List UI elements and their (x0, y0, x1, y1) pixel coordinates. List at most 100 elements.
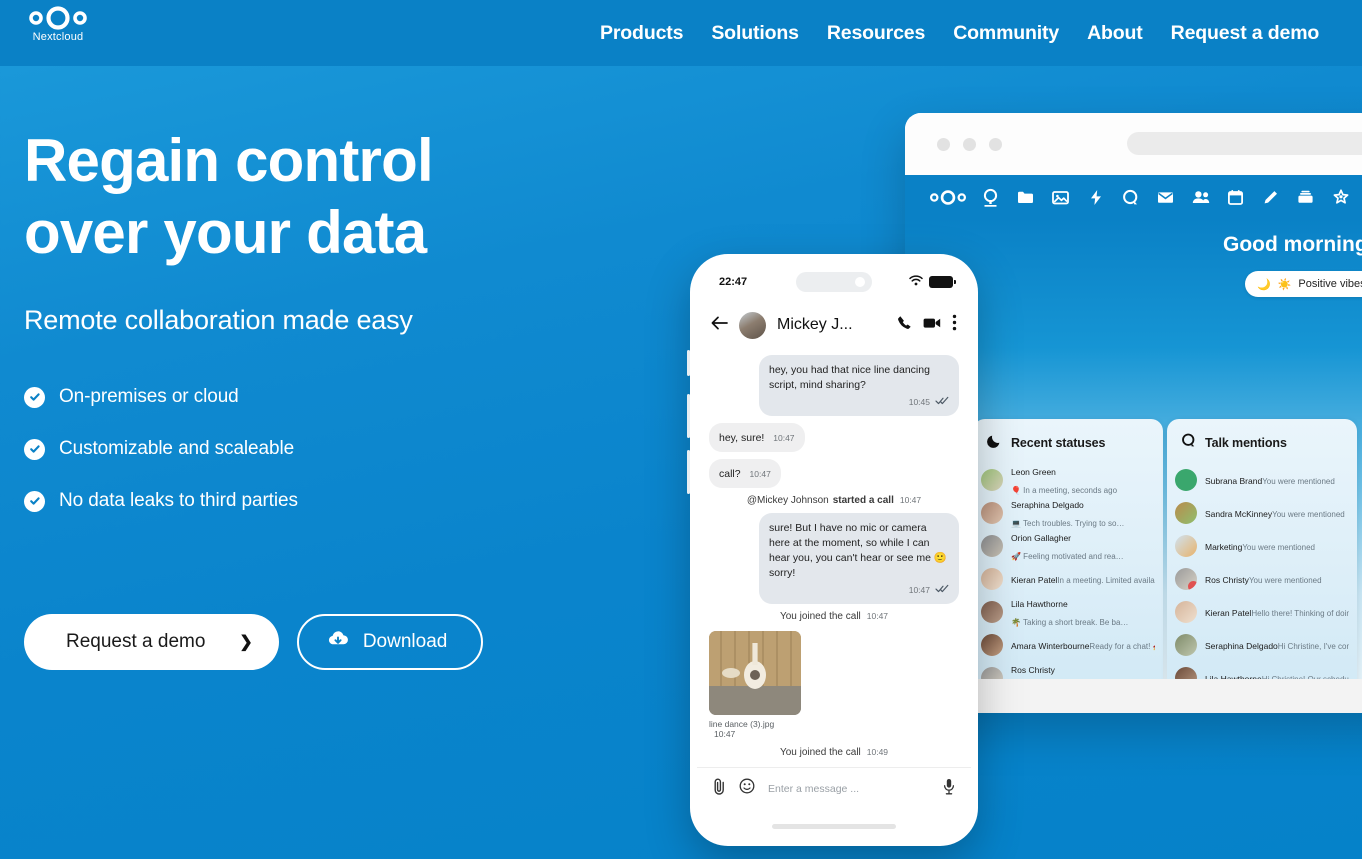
avatar (1175, 501, 1197, 524)
user-status-pill[interactable]: 🌙 ☀️ Positive vibes only! (1245, 271, 1362, 297)
message-meta: 10:47 (769, 583, 949, 598)
list-item[interactable]: Amara WinterbourneReady for a chat! 🚀, 1… (981, 628, 1155, 661)
talk-icon[interactable] (1113, 180, 1148, 214)
nav-link-resources[interactable]: Resources (827, 22, 949, 45)
phone-volume-up-button[interactable] (687, 394, 690, 438)
phone-mute-switch[interactable] (687, 350, 690, 376)
widget-title: Talk mentions (1205, 436, 1287, 450)
nav-link-request-a-demo[interactable]: Request a demo (1171, 22, 1320, 45)
list-item[interactable]: Seraphina DelgadoHi Christine, I've come… (1175, 628, 1349, 661)
request-a-demo-button[interactable]: Request a demo ❯ (24, 614, 279, 670)
video-icon[interactable] (923, 316, 941, 334)
window-close-dot[interactable] (937, 137, 950, 151)
contacts-icon[interactable] (1183, 180, 1218, 214)
tasks-icon[interactable] (1358, 180, 1362, 214)
status-text: 🚀 Feeling motivated and rea… (1011, 551, 1124, 561)
mention-name: Sandra McKinney (1205, 508, 1273, 519)
nav-links: Products Solutions Resources Community A… (600, 0, 1323, 66)
message-bubble: call? 10:47 (709, 459, 781, 488)
read-receipt-icon (935, 583, 949, 598)
notes-icon[interactable] (1253, 180, 1288, 214)
overflow-menu-icon[interactable] (952, 314, 957, 336)
deck-icon[interactable] (1288, 180, 1323, 214)
message-bubble: hey, sure! 10:47 (709, 423, 805, 452)
download-button[interactable]: Download (296, 614, 484, 670)
chat-message-outgoing: hey, you had that nice line dancing scri… (709, 355, 959, 416)
dynamic-island (796, 272, 872, 292)
back-arrow-icon[interactable] (711, 316, 728, 335)
nextcloud-logo[interactable]: Nextcloud (22, 6, 94, 43)
status-emoji-icon: ☀️ (1277, 278, 1292, 291)
photos-icon[interactable] (1043, 180, 1078, 214)
dashboard-icon[interactable] (973, 180, 1008, 214)
list-item[interactable]: Kieran PatelHello there! Thinking of doi… (1175, 595, 1349, 628)
attachment-thumbnail[interactable] (709, 631, 801, 715)
widget-recent-statuses: Recent statuses Leon Green 🎈 In a meeting… (973, 419, 1163, 713)
dashboard-greeting: Good morning, C (1223, 233, 1362, 256)
status-bar-time: 22:47 (719, 276, 748, 288)
widget-title: Recent statuses (1011, 436, 1106, 450)
message-time: 10:47 (749, 469, 771, 479)
phone-status-bar: 22:47 (697, 261, 971, 303)
attachment-card[interactable]: line dance (3).jpg 10:47 (709, 631, 801, 739)
calendar-icon[interactable] (1218, 180, 1253, 214)
avatar (981, 600, 1003, 623)
mentions-list: Subrana BrandYou were mentioned Sandra M… (1167, 463, 1357, 694)
message-time: 10:45 (908, 397, 930, 407)
emoji-icon[interactable] (739, 778, 755, 799)
window-maximize-dot[interactable] (989, 137, 1002, 151)
nav-link-community[interactable]: Community (953, 22, 1083, 45)
avatar (981, 633, 1003, 656)
avatar[interactable] (739, 311, 766, 339)
status-bar-indicators (909, 273, 956, 291)
avatar (981, 501, 1003, 524)
mention-name: Seraphina Delgado (1205, 640, 1278, 651)
mail-icon[interactable] (1148, 180, 1183, 214)
microphone-icon[interactable] (943, 778, 955, 800)
read-receipt-icon (935, 395, 949, 410)
nav-link-about[interactable]: About (1087, 22, 1167, 45)
browser-address-bar[interactable] (1127, 132, 1362, 155)
list-item[interactable]: Orion Gallagher 🚀 Feeling motivated and r… (981, 529, 1155, 562)
nextcloud-logo-icon[interactable] (923, 180, 973, 214)
list-item[interactable]: Ros ChristyYou were mentioned (1175, 562, 1349, 595)
list-item[interactable]: MarketingYou were mentioned (1175, 529, 1349, 562)
list-item[interactable]: Kieran PatelIn a meeting. Limited availa… (981, 562, 1155, 595)
front-camera-icon (855, 277, 865, 287)
browser-title-bar (905, 113, 1362, 175)
call-icon[interactable] (897, 315, 912, 335)
status-list: Leon Green 🎈 In a meeting, seconds ago Se… (973, 463, 1163, 694)
files-icon[interactable] (1008, 180, 1043, 214)
list-item[interactable]: Lila Hawthorne 🌴 Taking a short break. Be… (981, 595, 1155, 628)
widget-header: Talk mentions (1167, 419, 1357, 463)
bullet-no-data-leaks: No data leaks to third parties (24, 490, 644, 512)
nav-link-products[interactable]: Products (600, 22, 707, 45)
list-item[interactable]: Leon Green 🎈 In a meeting, seconds ago (981, 463, 1155, 496)
nav-link-solutions[interactable]: Solutions (711, 22, 822, 45)
system-message-text: You joined the call (779, 747, 861, 758)
bullet-label: No data leaks to third parties (59, 490, 298, 511)
status-text: Ready for a chat! 🚀, 1 hour ago (1089, 641, 1155, 651)
list-item[interactable]: Seraphina Delgado 💻 Tech troubles. Trying… (981, 496, 1155, 529)
message-input[interactable]: Enter a message ... (768, 783, 930, 795)
cloud-download-icon (327, 630, 349, 654)
avatar (1175, 534, 1197, 557)
list-item[interactable]: Subrana BrandYou were mentioned (1175, 463, 1349, 496)
download-label: Download (362, 631, 448, 652)
status-name: Seraphina Delgado (1011, 499, 1084, 510)
status-text: 🌴 Taking a short break. Be ba… (1011, 617, 1129, 627)
message-text: sure! But I have no mic or camera here a… (769, 522, 947, 579)
logo-wordmark: Nextcloud (32, 31, 84, 43)
mention-name: Ros Christy (1205, 574, 1249, 585)
avatar (981, 567, 1003, 590)
activity-icon[interactable] (1078, 180, 1113, 214)
window-minimize-dot[interactable] (963, 137, 976, 151)
list-item[interactable]: Sandra McKinneyYou were mentioned (1175, 496, 1349, 529)
collectives-icon[interactable] (1323, 180, 1358, 214)
phone-volume-down-button[interactable] (687, 450, 690, 494)
top-navigation-bar: Nextcloud Products Solutions Resources C… (0, 0, 1362, 66)
feature-bullet-list: On-premises or cloud Customizable and sc… (24, 386, 644, 512)
bullet-customizable-and-scaleable: Customizable and scaleable (24, 438, 644, 460)
message-text: hey, you had that nice line dancing scri… (769, 364, 930, 391)
paperclip-icon[interactable] (713, 778, 726, 800)
